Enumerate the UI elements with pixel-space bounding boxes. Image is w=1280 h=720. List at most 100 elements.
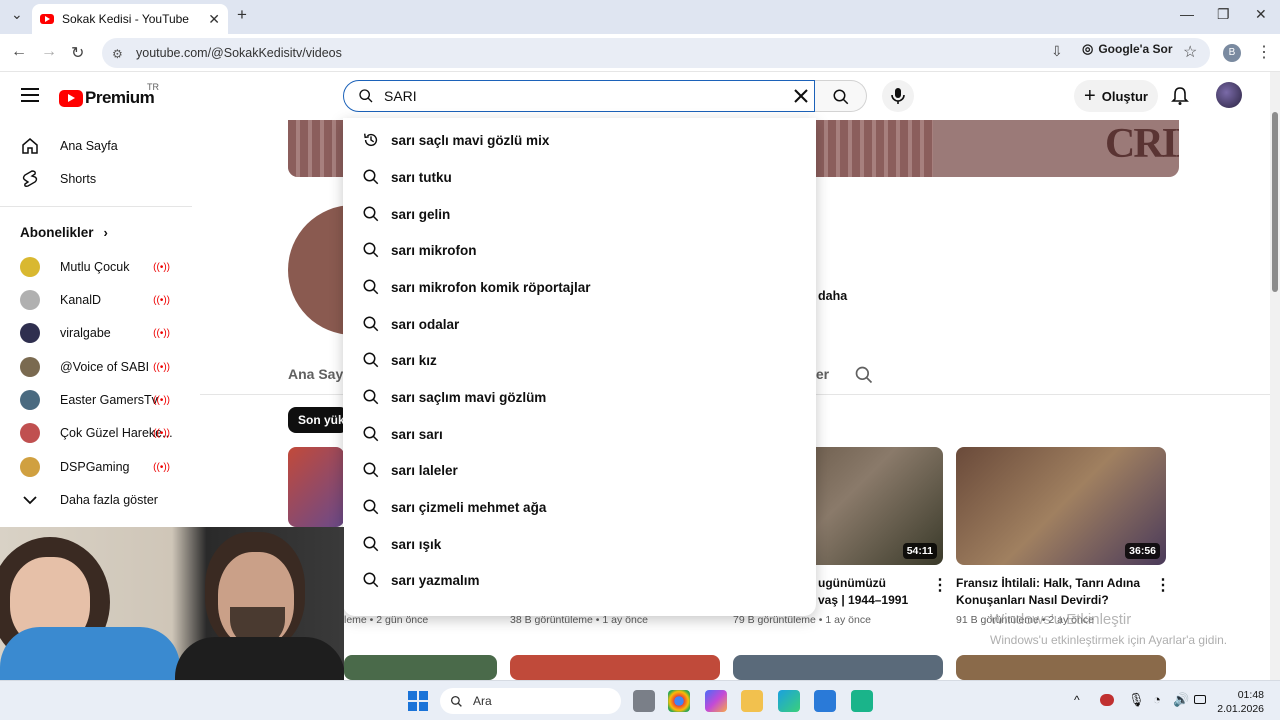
browser-tab[interactable]: Sokak Kedisi - YouTube ✕ [32,4,228,34]
sidebar-item-home[interactable]: Ana Sayfa [0,130,192,162]
search-box[interactable] [343,80,815,112]
video-menu-icon[interactable]: ⋮ [1155,575,1171,595]
suggestion-item[interactable]: sarı mikrofon [343,232,816,268]
copilot-icon[interactable] [705,690,727,712]
search-icon [363,352,379,368]
video-thumbnail[interactable]: 36:56 [956,447,1166,565]
youtube-premium-logo[interactable]: Premium TR [59,82,159,108]
hamburger-menu-icon[interactable] [21,88,39,102]
close-tab-icon[interactable]: ✕ [208,11,220,28]
sidebar-subscriptions-header[interactable]: Abonelikler › [0,216,192,248]
clear-search-icon[interactable] [794,89,808,103]
site-info-icon[interactable]: ⚙ [112,47,126,61]
battery-icon[interactable] [1194,695,1206,704]
address-bar[interactable]: ⚙ youtube.com/@SokakKedisitv/videos [102,38,1210,68]
tray-microphone-icon[interactable]: 🎙 [1128,692,1145,708]
notifications-bell-icon[interactable] [1171,86,1189,106]
edge-icon[interactable] [778,690,800,712]
taskbar-search-placeholder: Ara [473,694,492,708]
suggestion-item[interactable]: sarı saçlım mavi gözlüm [343,379,816,415]
forward-icon[interactable]: → [41,43,57,61]
menu-kebab-icon[interactable]: ⋮ [1256,42,1272,62]
suggestion-text: sarı yazmalım [391,572,480,588]
windows-start-icon[interactable] [408,691,428,711]
suggestion-item[interactable]: sarı laleler [343,452,816,488]
shorts-icon [20,169,40,189]
taskbar-search[interactable]: Ara [440,688,621,714]
suggestion-item[interactable]: sarı saçlı mavi gözlü mix [343,122,816,158]
tab-list-chevron-icon[interactable]: ⌄ [11,6,23,23]
suggestion-item[interactable]: sarı yazmalım [343,562,816,598]
video-thumbnail[interactable] [510,655,720,680]
new-tab-icon[interactable]: + [237,5,247,25]
channel-search-icon[interactable] [854,365,874,385]
suggestion-item[interactable]: sarı tutku [343,159,816,195]
suggestion-item[interactable]: sarı kız [343,342,816,378]
chip-label: Son yüklenenler [298,413,348,427]
activation-watermark-title: Windows'u Etkinleştir [990,611,1132,628]
suggestion-item[interactable]: sarı odalar [343,306,816,342]
url-text: youtube.com/@SokakKedisitv/videos [136,46,342,60]
sidebar-item-shorts[interactable]: Shorts [0,163,192,195]
page-scrollbar[interactable] [1270,72,1280,680]
sidebar-channel[interactable]: @Voice of SABI ((•)) [0,351,192,383]
bookmark-star-icon[interactable]: ☆ [1183,42,1197,62]
home-icon [20,136,40,156]
sidebar-channel[interactable]: DSPGaming ((•)) [0,451,192,483]
reload-icon[interactable]: ↻ [71,43,84,63]
video-title[interactable]: ugünümüzü vaş | 1944–1991 [818,575,928,609]
search-input[interactable] [384,88,764,104]
sidebar-channel[interactable]: viralgabe ((•)) [0,317,192,349]
voice-search-button[interactable] [882,80,914,112]
video-thumbnail[interactable] [956,655,1166,680]
channel-avatar [20,357,40,377]
suggestion-item[interactable]: sarı mikrofon komik röportajlar [343,269,816,305]
sidebar-show-more[interactable]: Daha fazla göster [0,484,192,516]
suggestion-text: sarı odalar [391,316,460,332]
tray-app-icon[interactable] [1100,694,1114,706]
wifi-icon[interactable]: ◔ [1153,692,1161,707]
create-button[interactable]: + Oluştur [1074,80,1158,112]
close-window-icon[interactable]: ✕ [1255,6,1267,23]
back-icon[interactable]: ← [11,43,27,61]
live-icon: ((•)) [153,427,170,439]
search-button[interactable] [815,80,867,112]
lens-icon: ◎ [1082,41,1094,56]
video-thumbnail[interactable] [288,447,344,527]
maximize-icon[interactable]: ❐ [1217,6,1230,23]
suggestion-item[interactable]: sarı çizmeli mehmet ağa [343,489,816,525]
sidebar-channel[interactable]: KanalD ((•)) [0,284,192,316]
minimize-icon[interactable]: — [1180,6,1194,22]
channel-description-more[interactable]: daha [818,289,847,303]
volume-icon[interactable]: 🔊 [1173,692,1189,708]
video-thumbnail[interactable] [344,655,497,680]
taskbar-clock[interactable]: 01:48 2.01.2026 [1212,688,1264,716]
channel-name: Mutlu Çocuk [60,260,130,274]
google-ask-button[interactable]: ◎ Google'a Sor [1082,38,1173,60]
live-icon: ((•)) [153,261,170,273]
tray-chevron-up-icon[interactable]: ^ [1074,693,1080,707]
suggestion-item[interactable]: sarı sarı [343,416,816,452]
app-icon[interactable] [851,690,873,712]
chrome-icon[interactable] [668,690,690,712]
search-icon [363,279,379,295]
suggestion-item[interactable]: sarı ışık [343,526,816,562]
suggestion-item[interactable]: sarı gelin [343,196,816,232]
task-view-icon[interactable] [633,690,655,712]
channel-avatar [20,290,40,310]
profile-avatar[interactable]: B [1223,44,1241,62]
filter-chip-latest[interactable]: Son yüklenenler [288,407,348,433]
sidebar-channel[interactable]: Mutlu Çocuk ((•)) [0,251,192,283]
install-app-icon[interactable]: ⇩ [1051,43,1063,60]
video-menu-icon[interactable]: ⋮ [932,575,948,595]
sidebar-channel[interactable]: Çok Güzel Hareke... ((•)) [0,417,192,449]
store-icon[interactable] [814,690,836,712]
sidebar-channel[interactable]: Easter GamersTv ((•)) [0,384,192,416]
microphone-icon [891,88,905,104]
suggestion-text: sarı ışık [391,536,442,552]
scrollbar-thumb[interactable] [1272,112,1278,292]
video-title[interactable]: Fransız İhtilali: Halk, Tanrı Adına Konu… [956,575,1146,609]
video-thumbnail[interactable] [733,655,943,680]
file-explorer-icon[interactable] [741,690,763,712]
account-avatar[interactable] [1216,82,1242,108]
